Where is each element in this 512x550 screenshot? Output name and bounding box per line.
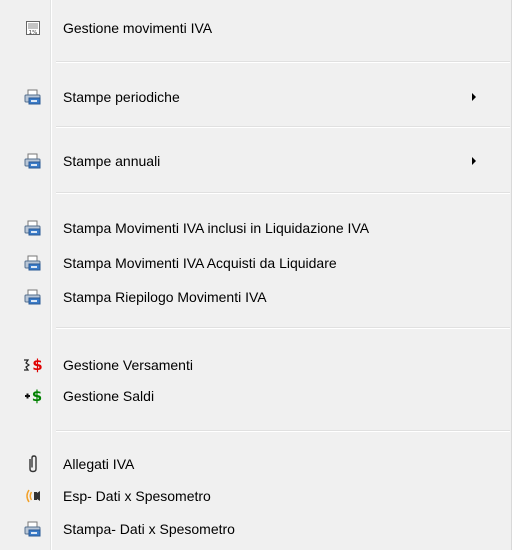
menu-item-label: Stampa Movimenti IVA Acquisti da Liquida… [63, 255, 337, 271]
menu-item-esp-dati-spesometro[interactable]: Esp- Dati x Spesometro [4, 481, 506, 511]
menu-separator [56, 430, 510, 432]
submenu-arrow-icon [472, 157, 476, 165]
menu-item-label: Gestione Versamenti [63, 357, 193, 373]
menu-item-label: Allegati IVA [63, 456, 135, 472]
menu-item-stampa-dati-spesometro[interactable]: Stampa- Dati x Spesometro [4, 514, 506, 544]
dollar-glyph: $ [31, 386, 43, 405]
menu-item-label: Stampa Riepilogo Movimenti IVA [63, 289, 267, 305]
printer-icon [24, 219, 42, 237]
menu-item-gestione-versamenti[interactable]: $ Gestione Versamenti [4, 350, 506, 380]
printer-icon [24, 288, 42, 306]
menu-item-label: Stampa Movimenti IVA inclusi in Liquidaz… [63, 220, 370, 236]
red-dollar-icon: $ [22, 356, 44, 374]
menu-separator [56, 61, 510, 63]
percent-sheet-icon: 1% [24, 19, 42, 37]
menu-item-stampa-movimenti-iva-acquisti[interactable]: Stampa Movimenti IVA Acquisti da Liquida… [4, 248, 506, 278]
menu-item-label: Gestione movimenti IVA [63, 20, 213, 36]
green-dollar-icon: $ [22, 387, 44, 405]
printer-icon [24, 88, 42, 106]
menu-item-allegati-iva[interactable]: Allegati IVA [4, 449, 506, 479]
menu-separator [56, 192, 510, 194]
printer-icon [24, 152, 42, 170]
printer-icon [24, 254, 42, 272]
context-menu: 1% Gestione movimenti IVA Stampe periodi… [0, 0, 512, 550]
broadcast-icon [24, 487, 42, 505]
menu-item-label: Gestione Saldi [63, 388, 155, 404]
dollar-glyph: $ [32, 355, 43, 374]
paperclip-icon [24, 455, 42, 473]
printer-icon [24, 520, 42, 538]
menu-item-gestione-movimenti-iva[interactable]: 1% Gestione movimenti IVA [4, 13, 506, 43]
submenu-arrow-icon [472, 93, 476, 101]
menu-item-label: Stampe periodiche [63, 89, 180, 105]
menu-item-stampe-periodiche[interactable]: Stampe periodiche [4, 82, 506, 112]
menu-item-stampa-movimenti-iva-inclusi[interactable]: Stampa Movimenti IVA inclusi in Liquidaz… [4, 213, 506, 243]
menu-item-label: Esp- Dati x Spesometro [63, 488, 211, 504]
menu-separator [56, 327, 510, 329]
menu-item-stampe-annuali[interactable]: Stampe annuali [4, 146, 506, 176]
menu-item-label: Stampa- Dati x Spesometro [63, 521, 235, 537]
menu-item-stampa-riepilogo[interactable]: Stampa Riepilogo Movimenti IVA [4, 282, 506, 312]
menu-item-gestione-saldi[interactable]: $ Gestione Saldi [4, 381, 506, 411]
menu-separator [56, 126, 510, 128]
svg-text:1%: 1% [29, 30, 38, 36]
menu-item-label: Stampe annuali [63, 153, 161, 169]
